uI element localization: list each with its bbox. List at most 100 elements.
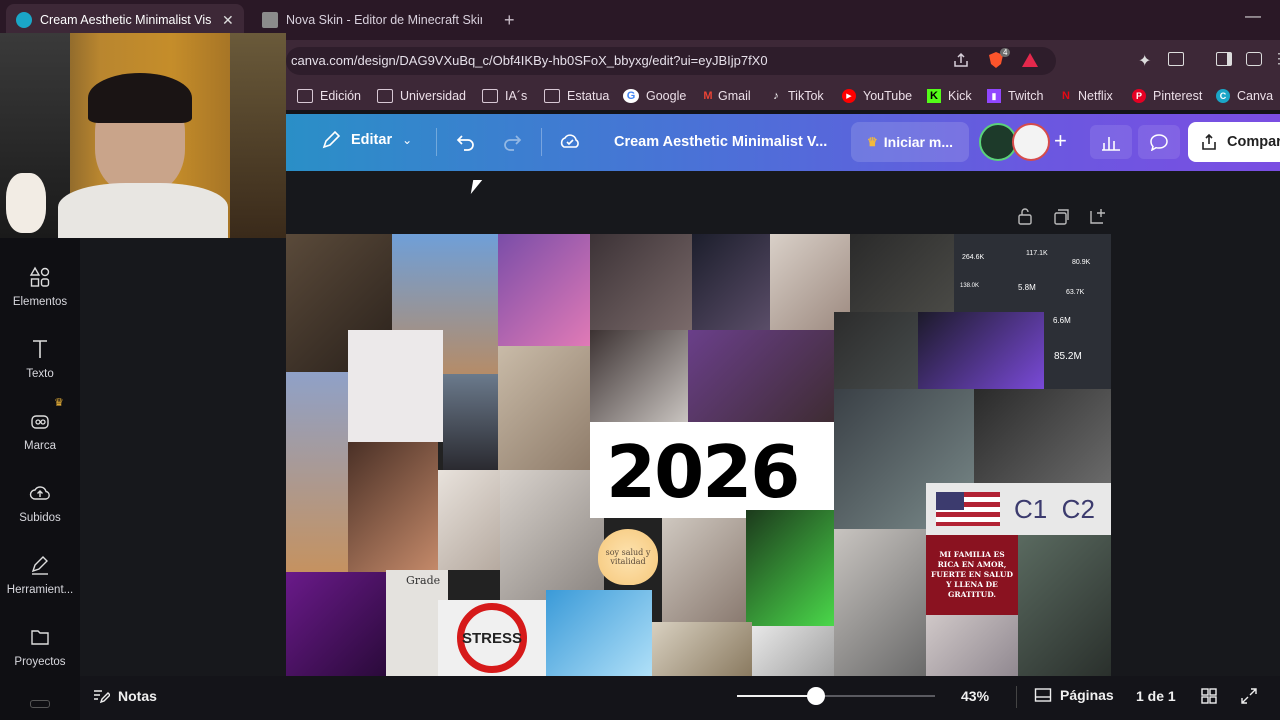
no-stress-sign: STRESS (438, 600, 546, 676)
undo-icon[interactable] (455, 131, 477, 156)
sidebar-item-subidos[interactable]: Subidos (0, 482, 80, 524)
duplicate-page-icon[interactable] (1053, 208, 1071, 231)
notes-icon (94, 690, 110, 704)
add-page-icon[interactable] (1089, 207, 1107, 230)
bookmark-edicion[interactable]: Edición (297, 87, 361, 105)
sidebar-item-herramientas[interactable]: Herramient... (0, 554, 80, 596)
zoom-slider-handle[interactable] (807, 687, 825, 705)
stat-value: 63.7K (1066, 289, 1085, 296)
tab-nova-skin[interactable]: Nova Skin - Editor de Minecraft Skin (252, 4, 492, 36)
extensions-icon[interactable]: ✦ (1138, 51, 1151, 71)
airplane-window-photo (348, 442, 438, 572)
anime-avatar-image (546, 590, 652, 676)
upload-icon (29, 486, 50, 500)
youtube-plaque-photo (834, 529, 926, 676)
bookmark-google[interactable]: G Google (623, 87, 686, 105)
bookmark-label: Google (646, 89, 687, 103)
birthday-cake-photo (1018, 535, 1111, 676)
fullscreen-icon[interactable] (1241, 688, 1257, 709)
bookmark-kick[interactable]: K Kick (927, 87, 972, 105)
stress-text: STRESS (457, 603, 527, 673)
reader-icon[interactable] (1168, 52, 1184, 66)
minimize-icon[interactable]: — (1245, 8, 1261, 26)
lock-icon[interactable] (1017, 207, 1033, 230)
sidebar-label: Proyectos (14, 656, 66, 668)
cloud-saved-icon[interactable] (558, 131, 582, 156)
canva-icon: C (1216, 89, 1230, 103)
share-page-icon[interactable] (952, 52, 970, 68)
add-collaborator-icon[interactable]: + (1054, 128, 1067, 154)
chevron-down-icon: ⌄ (402, 133, 413, 147)
close-icon[interactable]: ✕ (222, 12, 234, 29)
bookmark-twitch[interactable]: ▮ Twitch (987, 87, 1043, 105)
tools-icon (31, 556, 48, 575)
grid-view-icon[interactable] (1201, 688, 1217, 709)
bookmark-label: Canva (1237, 89, 1274, 103)
notes-button[interactable]: Notas (92, 688, 157, 704)
menu-icon[interactable]: ⋮ (1272, 50, 1280, 67)
stat-value: 264.6K (962, 254, 985, 261)
kick-icon: K (927, 89, 941, 103)
bookmark-label: Netflix (1078, 89, 1113, 103)
vision-board-design[interactable]: 264.6K 117.1K 80.9K 138.0K 5.8M 63.7K 6.… (286, 234, 1111, 676)
new-tab-icon[interactable]: + (504, 10, 515, 31)
sidebar-item-texto[interactable]: Texto (0, 338, 80, 380)
bookmark-label: Universidad (400, 89, 467, 103)
bookmark-youtube[interactable]: ▶ YouTube (842, 87, 912, 105)
sidebar-item-elementos[interactable]: Elementos (0, 266, 80, 308)
flowers-photo (590, 330, 688, 422)
person-shirt (58, 183, 228, 238)
bookmark-estatua[interactable]: Estatua (544, 87, 609, 105)
bookmark-gmail[interactable]: M Gmail (702, 87, 750, 105)
sidebar-toggle-icon[interactable] (1216, 52, 1232, 66)
webcam-overlay (0, 33, 286, 238)
upgrade-button[interactable]: ♛ Iniciar m... (851, 122, 969, 162)
redo-icon[interactable] (501, 131, 523, 156)
bookmark-pinterest[interactable]: P Pinterest (1132, 87, 1202, 105)
edit-menu-button[interactable]: Editar ⌄ (321, 130, 412, 150)
notes-label: Notas (118, 688, 157, 704)
pencil-icon (322, 130, 341, 149)
zoom-level[interactable]: 43% (961, 688, 989, 704)
share-icon (1202, 133, 1216, 150)
more-apps-icon[interactable] (30, 700, 50, 708)
fashion-photo (348, 330, 443, 442)
pages-icon (1034, 688, 1052, 702)
bookmark-label: Twitch (1008, 89, 1044, 103)
sidebar-item-marca[interactable]: Marca (0, 410, 80, 452)
stat-value: 138.0K (960, 283, 980, 289)
comments-button[interactable] (1138, 125, 1180, 159)
wallet-icon[interactable] (1246, 52, 1262, 66)
grade-text: Grade (406, 574, 441, 587)
avatar[interactable] (1012, 123, 1050, 161)
languages-panel: C1 C2 (926, 483, 1111, 535)
bookmark-netflix[interactable]: N Netflix (1061, 87, 1113, 105)
analytics-button[interactable] (1090, 125, 1132, 159)
upgrade-label: Iniciar m... (883, 134, 953, 150)
pilates-photo (438, 470, 500, 570)
folder-icon (482, 89, 498, 103)
pages-button[interactable]: Páginas (1034, 687, 1114, 703)
zoom-slider[interactable] (737, 687, 935, 705)
beach-couple-photo (443, 374, 498, 470)
usa-flag-icon (936, 492, 1000, 526)
bookmark-universidad[interactable]: Universidad (377, 87, 466, 105)
share-label: Compar (1227, 134, 1280, 150)
bookmark-canva[interactable]: C Canva (1216, 87, 1273, 105)
youtube-icon: ▶ (842, 89, 856, 103)
design-title[interactable]: Cream Aesthetic Minimalist V... (614, 134, 827, 150)
shopping-bags-photo (498, 346, 590, 470)
brave-rewards-icon[interactable] (1021, 52, 1039, 73)
stat-value: 5.8M (1018, 283, 1036, 292)
bookmark-ias[interactable]: IA´s (482, 87, 527, 105)
sidebar-item-proyectos[interactable]: Proyectos (0, 626, 80, 668)
bookmark-tiktok[interactable]: ♪ TikTok (770, 87, 823, 105)
tab-canva-design[interactable]: Cream Aesthetic Minimalist Visio ✕ (6, 4, 244, 36)
share-button[interactable]: Compar (1188, 122, 1280, 162)
bookmark-label: IA´s (505, 89, 528, 103)
elements-icon (29, 266, 50, 287)
tab-title: Nova Skin - Editor de Minecraft Skin (286, 13, 482, 27)
plane-selfie-photo (498, 234, 590, 346)
sidebar-label: Elementos (12, 296, 68, 308)
divider (541, 128, 542, 156)
